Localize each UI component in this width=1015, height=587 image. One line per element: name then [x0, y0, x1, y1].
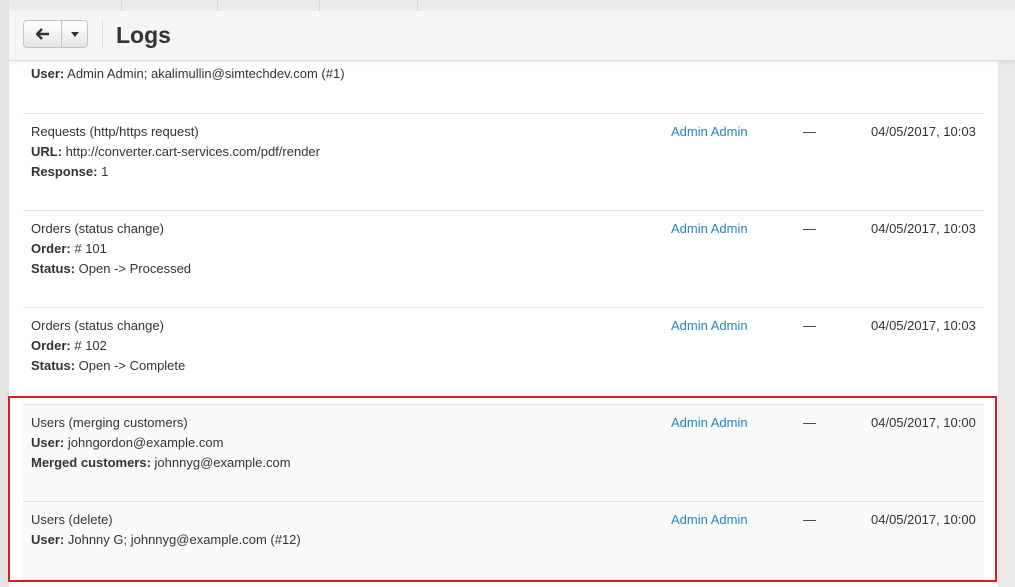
- log-detail: Status: Open -> Processed: [31, 261, 192, 276]
- back-button[interactable]: [23, 20, 62, 48]
- header-divider: [102, 19, 103, 49]
- log-user-link[interactable]: Admin Admin: [671, 122, 748, 142]
- log-row: Users (merging customers) User: johngord…: [23, 404, 984, 501]
- log-type: Orders (status change): [31, 318, 164, 333]
- log-date: 04/05/2017, 10:00: [871, 512, 976, 527]
- log-user-link[interactable]: Admin Admin: [671, 413, 748, 433]
- log-ip: —: [803, 318, 816, 333]
- log-ip: —: [803, 221, 816, 236]
- log-detail: Response: 1: [31, 164, 109, 179]
- log-type: Users (merging customers): [31, 415, 188, 430]
- log-row: Orders (status change) Order: # 101 Stat…: [23, 210, 984, 307]
- log-detail: User: Admin Admin; akalimullin@simtechde…: [31, 66, 345, 81]
- log-type: Users (delete): [31, 512, 113, 527]
- log-ip: —: [803, 124, 816, 139]
- arrow-left-icon: [35, 28, 49, 40]
- log-detail: Order: # 102: [31, 338, 107, 353]
- log-ip: —: [803, 415, 816, 430]
- log-ip: —: [803, 512, 816, 527]
- page-header: Logs: [9, 11, 1015, 61]
- back-button-group: [23, 20, 88, 48]
- log-date: 04/05/2017, 10:03: [871, 124, 976, 139]
- logs-table: User: Admin Admin; akalimullin@simtechde…: [9, 60, 999, 587]
- log-type: Requests (http/https request): [31, 124, 199, 139]
- log-type: Orders (status change): [31, 221, 164, 236]
- log-detail: User: Johnny G; johnnyg@example.com (#12…: [31, 532, 301, 547]
- log-user-link[interactable]: Admin Admin: [671, 219, 748, 239]
- page-title: Logs: [116, 22, 171, 48]
- caret-down-icon: [70, 31, 79, 37]
- log-date: 04/05/2017, 10:03: [871, 221, 976, 236]
- log-row: Users (delete) User: Johnny G; johnnyg@e…: [23, 501, 984, 580]
- log-row: Orders (status change) Order: # 102 Stat…: [23, 307, 984, 404]
- log-user-link[interactable]: Admin Admin: [671, 510, 748, 530]
- log-date: 04/05/2017, 10:03: [871, 318, 976, 333]
- log-row: Requests (http/https request) URL: http:…: [23, 113, 984, 210]
- log-detail: Merged customers: johnnyg@example.com: [31, 455, 291, 470]
- log-date: 04/05/2017, 10:00: [871, 415, 976, 430]
- log-detail: URL: http://converter.cart-services.com/…: [31, 144, 320, 159]
- log-detail: Status: Open -> Complete: [31, 358, 186, 373]
- history-dropdown-button[interactable]: [62, 20, 88, 48]
- log-user-link[interactable]: Admin Admin: [671, 316, 748, 336]
- log-detail: User: johngordon@example.com: [31, 435, 224, 450]
- log-detail: Order: # 101: [31, 241, 107, 256]
